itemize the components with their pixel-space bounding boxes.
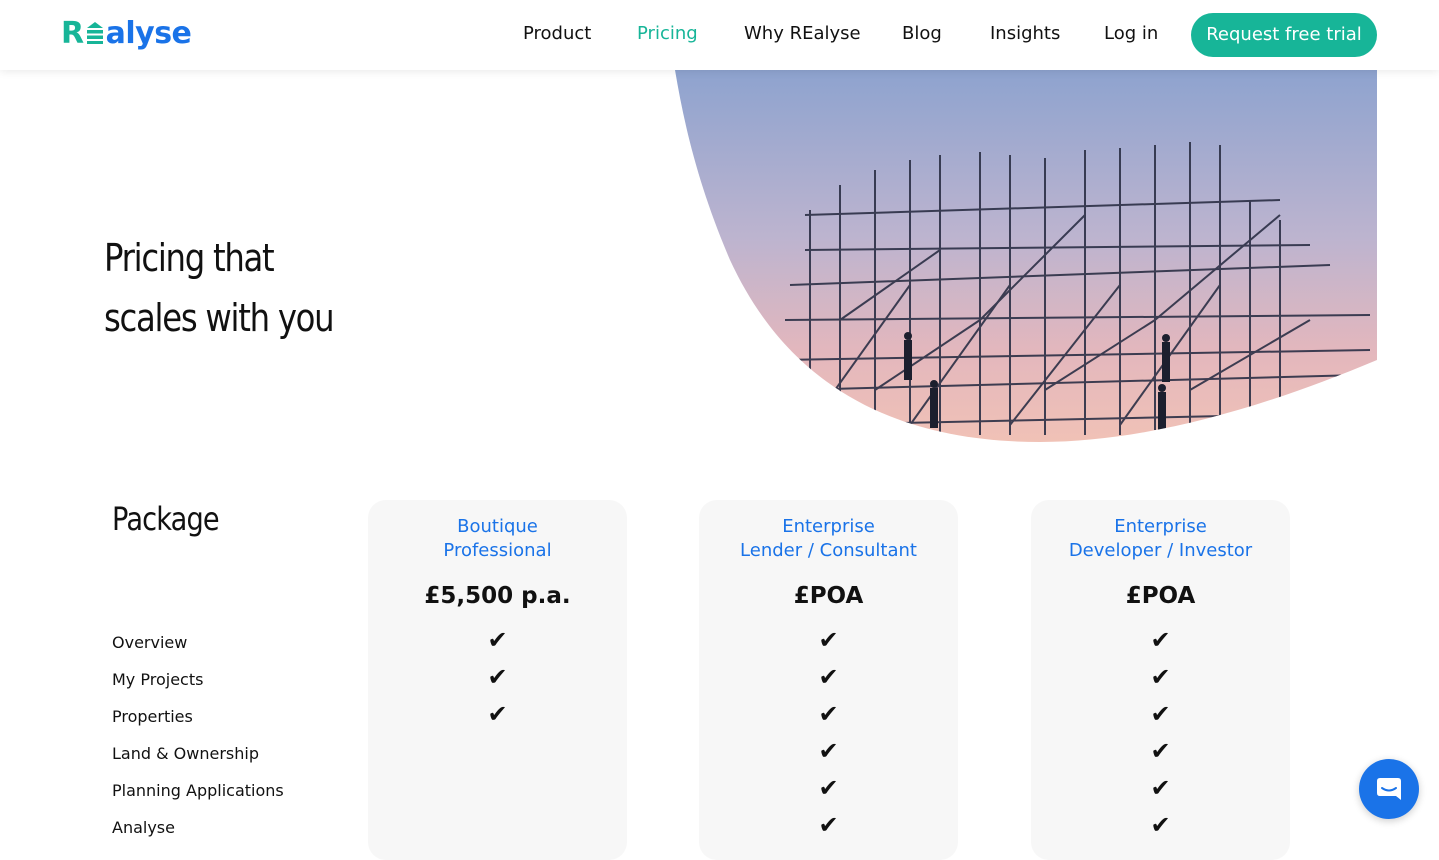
checkmark-icon: ✔ bbox=[818, 626, 839, 654]
hero-scaffolding-image bbox=[675, 70, 1377, 442]
checkmark-icon: ✔ bbox=[818, 700, 839, 728]
plan-price: £POA bbox=[793, 583, 864, 609]
nav-pricing[interactable]: Pricing bbox=[637, 23, 698, 44]
checkmark-icon: ✔ bbox=[487, 700, 508, 728]
checkmark-icon: ✔ bbox=[1150, 774, 1171, 802]
feature-label-planning-applications: Planning Applications bbox=[112, 781, 284, 800]
checkmark-icon: ✔ bbox=[818, 737, 839, 765]
plan-price: £POA bbox=[1125, 583, 1196, 609]
plan-name: Boutique Professional bbox=[368, 515, 627, 563]
feature-label-land-ownership: Land & Ownership bbox=[112, 744, 259, 763]
checkmark-icon: ✔ bbox=[1150, 811, 1171, 839]
plan-name-line-1: Boutique bbox=[457, 516, 538, 537]
feature-label-properties: Properties bbox=[112, 707, 193, 726]
checkmark-icon: ✔ bbox=[818, 811, 839, 839]
checkmark-icon: ✔ bbox=[487, 626, 508, 654]
site-header: R alyse Product Pricing Why REalyse Blog… bbox=[0, 0, 1439, 70]
checkmark-icon: ✔ bbox=[487, 663, 508, 691]
checkmark-icon: ✔ bbox=[1150, 626, 1171, 654]
checkmark-icon: ✔ bbox=[1150, 737, 1171, 765]
hero-title-line-1: Pricing that bbox=[104, 236, 275, 280]
package-heading: Package bbox=[112, 500, 220, 538]
feature-label-analyse: Analyse bbox=[112, 818, 175, 837]
plan-price: £5,500 p.a. bbox=[424, 583, 571, 609]
plan-name-line-1: Enterprise bbox=[1114, 516, 1207, 537]
plan-name: Enterprise Developer / Investor bbox=[1031, 515, 1290, 563]
nav-product[interactable]: Product bbox=[523, 23, 591, 44]
feature-label-my-projects: My Projects bbox=[112, 670, 204, 689]
request-free-trial-button[interactable]: Request free trial bbox=[1191, 13, 1377, 57]
plan-name-line-2: Developer / Investor bbox=[1068, 540, 1253, 561]
plan-name-line-2: Professional bbox=[443, 540, 552, 561]
checkmark-icon: ✔ bbox=[818, 663, 839, 691]
checkmark-icon: ✔ bbox=[818, 774, 839, 802]
hero-title: Pricing that scales with you bbox=[104, 228, 410, 348]
checkmark-icon: ✔ bbox=[1150, 700, 1171, 728]
nav-why-realyse[interactable]: Why REalyse bbox=[744, 23, 861, 44]
plan-name-line-1: Enterprise bbox=[782, 516, 875, 537]
chat-launcher-button[interactable] bbox=[1359, 759, 1419, 819]
plan-name: Enterprise Lender / Consultant bbox=[699, 515, 958, 563]
hero-title-line-2: scales with you bbox=[104, 296, 335, 340]
nav-insights[interactable]: Insights bbox=[990, 23, 1060, 44]
plan-name-line-2: Lender / Consultant bbox=[740, 540, 917, 561]
nav-log-in[interactable]: Log in bbox=[1104, 23, 1158, 44]
nav-blog[interactable]: Blog bbox=[902, 23, 942, 44]
checkmark-icon: ✔ bbox=[1150, 663, 1171, 691]
chat-bubble-icon bbox=[1377, 778, 1401, 800]
feature-label-overview: Overview bbox=[112, 633, 188, 652]
